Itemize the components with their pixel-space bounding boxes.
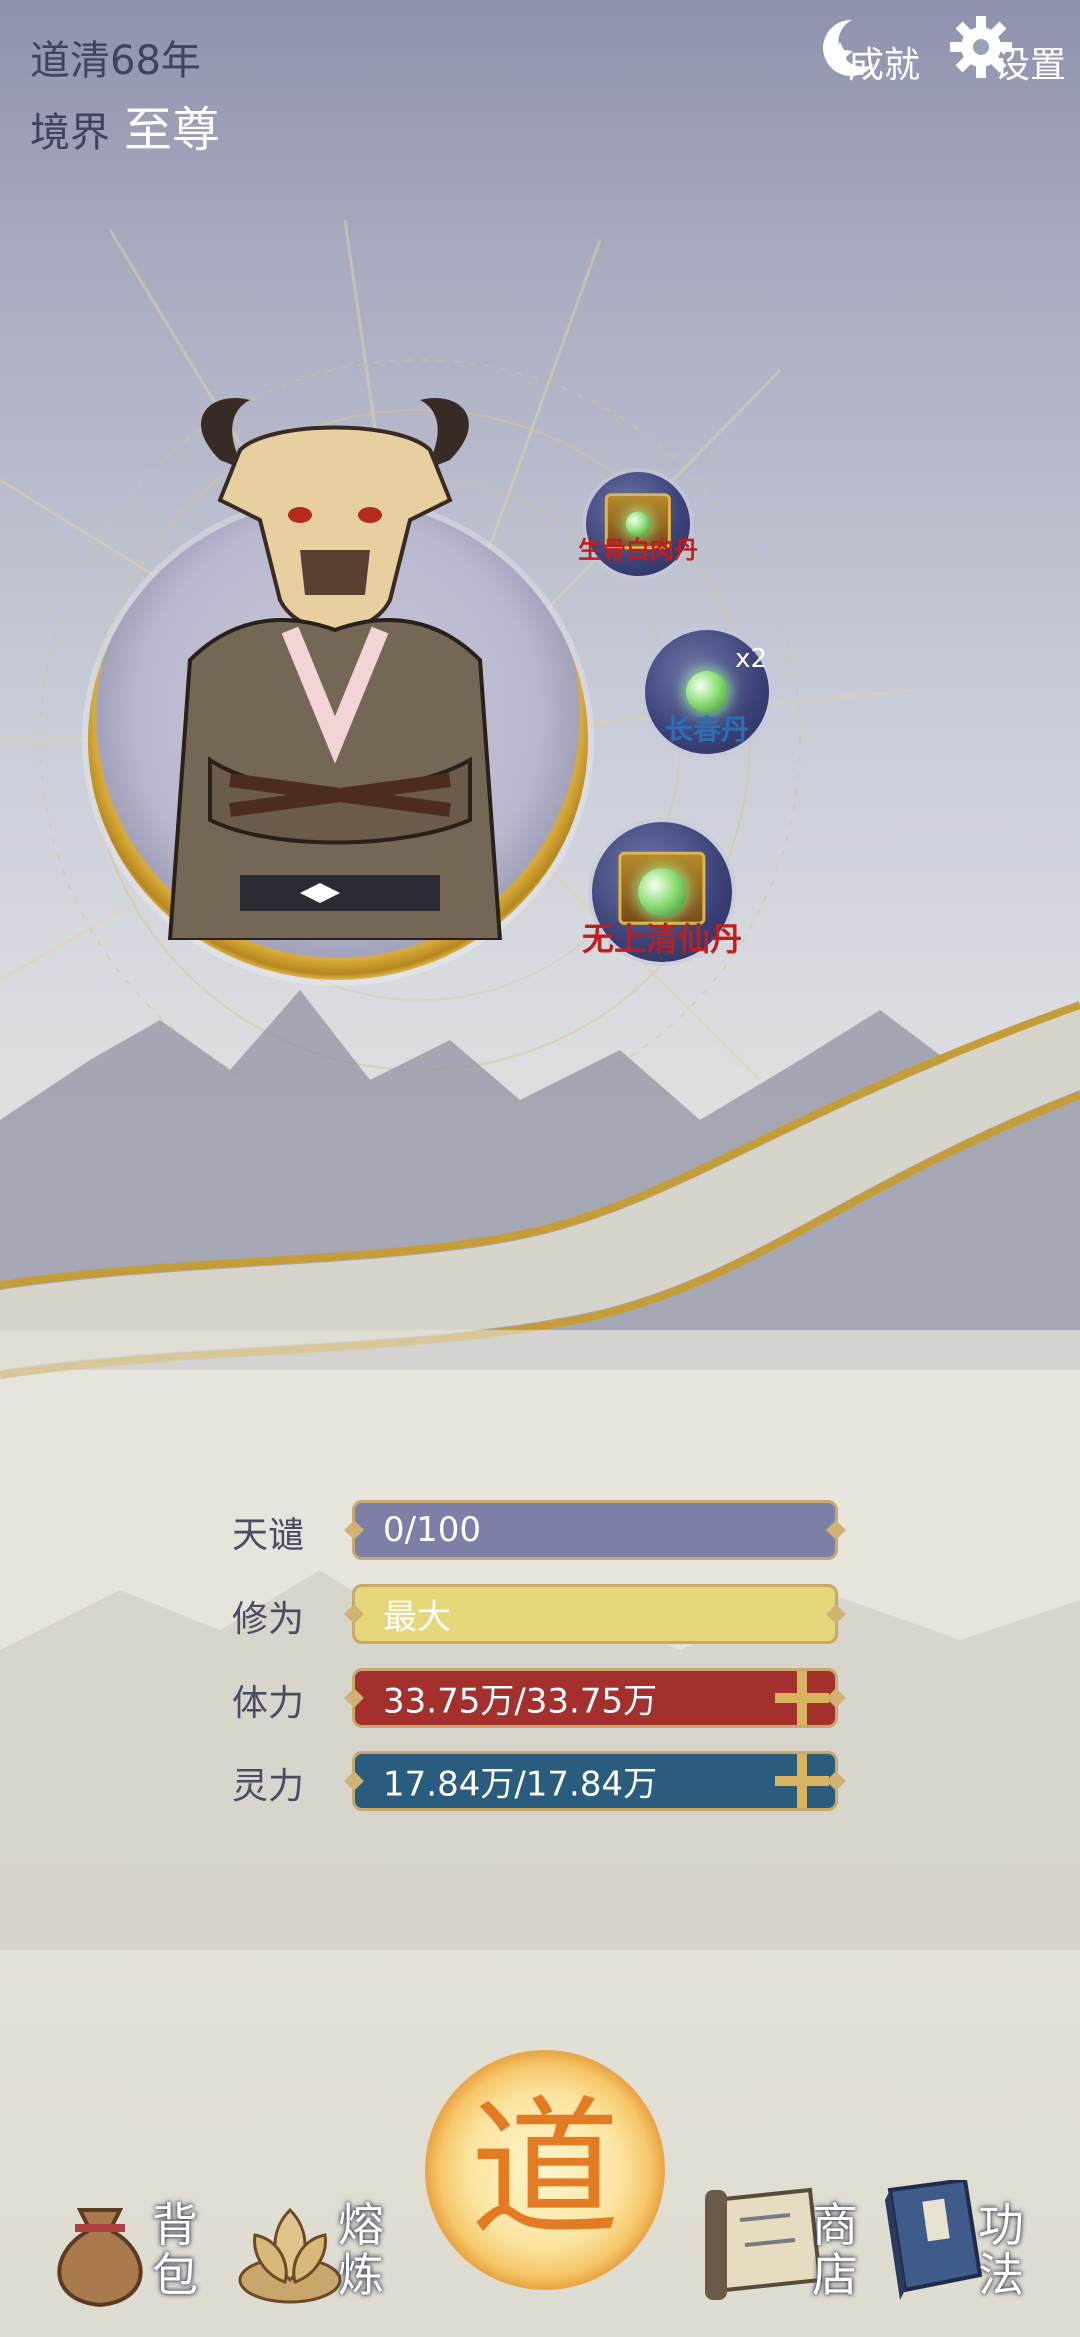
plus-icon	[775, 1754, 829, 1808]
dao-character: 道	[469, 2083, 620, 2257]
item-shenggu-dan[interactable]: 生骨白肉丹	[578, 472, 698, 576]
tianqian-value: 0/100	[383, 1510, 481, 1550]
item-changchun-dan[interactable]: x2 长春丹	[645, 630, 769, 754]
nav-shop-button[interactable]: 商店	[700, 2160, 870, 2320]
stat-label-tianqian: 天谴	[232, 1515, 305, 1556]
item-name: 生骨白肉丹	[578, 536, 698, 564]
pill-orb-icon	[685, 670, 729, 714]
money-bag-icon	[57, 2208, 143, 2308]
settings-label: 设置	[994, 45, 1067, 86]
achievements-button[interactable]: 成就	[812, 12, 922, 92]
item-name: 长春丹	[664, 713, 750, 746]
tili-bar: 33.75万/33.75万	[352, 1665, 841, 1731]
nav-shop-label: 商店	[812, 2198, 858, 2302]
lingli-bar: 17.84万/17.84万	[352, 1748, 841, 1814]
nav-smelt-label: 熔炼	[338, 2198, 384, 2302]
plus-icon	[775, 1671, 829, 1725]
character-figure	[167, 398, 503, 940]
item-name: 无上清仙丹	[581, 920, 743, 958]
add-tili-button[interactable]	[751, 1665, 841, 1731]
tianqian-bar: 0/100	[352, 1500, 838, 1560]
realm-value: 至尊	[124, 102, 221, 158]
achievements-label: 成就	[848, 45, 921, 86]
stat-label-xiuwei: 修为	[232, 1599, 305, 1640]
pill-orb-icon	[638, 868, 686, 916]
dao-center-button[interactable]: 道	[425, 2050, 665, 2290]
book-icon	[885, 2180, 983, 2300]
item-wushang-qingxian-dan[interactable]: 无上清仙丹	[582, 822, 742, 962]
nav-smelt-button[interactable]: 熔炼	[230, 2160, 400, 2320]
tili-value: 33.75万/33.75万	[383, 1681, 658, 1722]
add-lingli-button[interactable]	[751, 1748, 841, 1814]
stat-label-lingli: 灵力	[232, 1766, 305, 1807]
nav-skills-label: 功法	[978, 2198, 1024, 2302]
xiuwei-value: 最大	[383, 1597, 451, 1638]
game-year: 道清68年	[30, 38, 201, 84]
nav-bag-label: 背包	[152, 2198, 198, 2302]
stat-label-tili: 体力	[232, 1683, 305, 1724]
settings-button[interactable]: 设置	[946, 12, 1070, 92]
xiuwei-bar: 最大	[352, 1584, 838, 1644]
lotus-icon	[238, 2207, 342, 2304]
lingli-value: 17.84万/17.84万	[383, 1764, 658, 1805]
nav-skills-button[interactable]: 功法	[870, 2160, 1070, 2320]
nav-bag-button[interactable]: 背包	[40, 2160, 210, 2320]
realm-label: 境界	[30, 110, 110, 156]
item-quantity: x2	[735, 644, 767, 674]
